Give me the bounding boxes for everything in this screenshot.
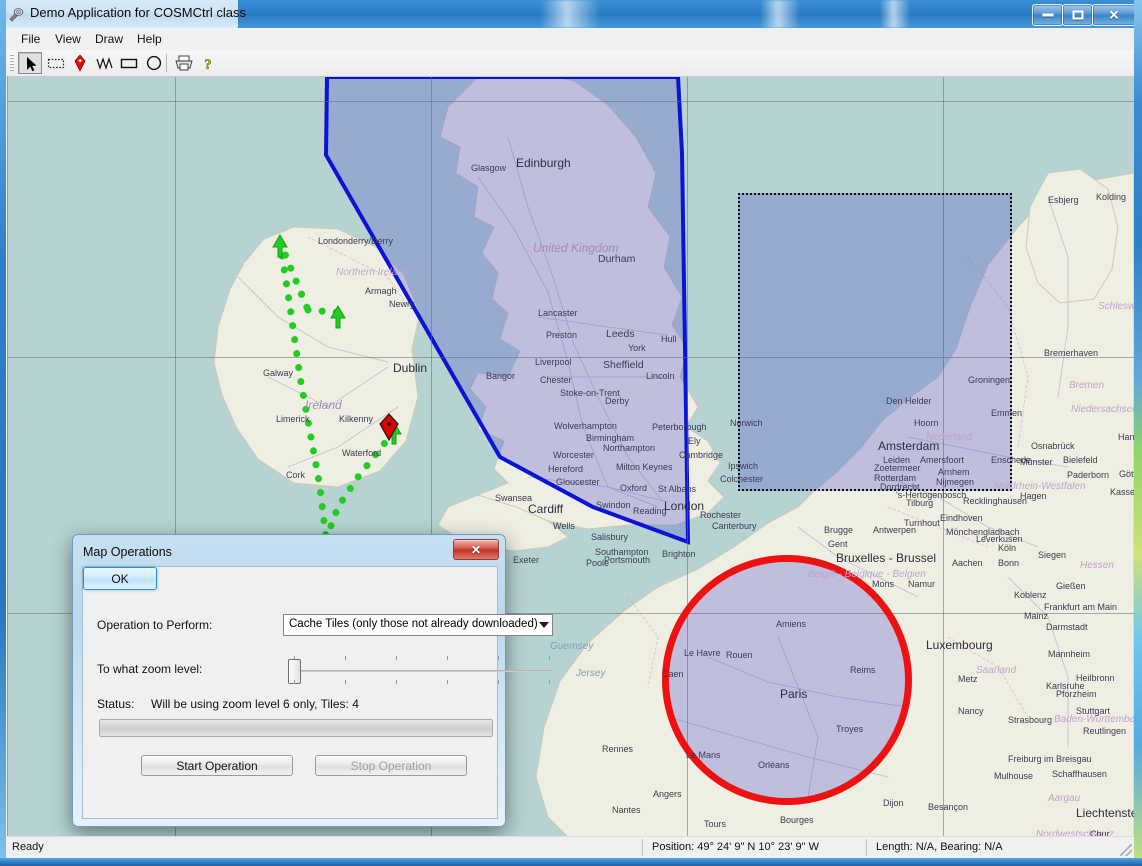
- menu-draw[interactable]: Draw: [88, 31, 130, 47]
- slider-rail: [295, 670, 551, 672]
- dialog-body: Operation to Perform: Cache Tiles (only …: [82, 566, 498, 819]
- status-label: Status:: [97, 697, 134, 711]
- marquee-select-tool-button[interactable]: [44, 52, 68, 74]
- titlebar-glare-3: [880, 0, 910, 28]
- maximize-button[interactable]: [1062, 4, 1093, 26]
- stop-operation-button[interactable]: Stop Operation: [315, 755, 467, 776]
- menu-file[interactable]: File: [14, 31, 47, 47]
- ok-button[interactable]: OK: [83, 567, 157, 590]
- status-value: Will be using zoom level 6 only, Tiles: …: [151, 697, 359, 711]
- status-bar: Ready Position: 49° 24' 9" N 10° 23' 9" …: [6, 836, 1134, 858]
- select-tool-button[interactable]: [18, 52, 42, 74]
- titlebar-glare-2: [760, 0, 800, 28]
- menu-bar: File View Draw Help: [6, 28, 1134, 51]
- close-icon: ✕: [1109, 9, 1120, 22]
- slider-tick: [498, 680, 499, 684]
- polyline-tool-button[interactable]: [93, 52, 117, 74]
- minimize-button[interactable]: [1032, 4, 1063, 26]
- dialog-title: Map Operations: [83, 545, 172, 559]
- ellipse-icon: [142, 52, 166, 74]
- slider-tick: [549, 680, 550, 684]
- application-window: Demo Application for COSMCtrl class ✕ Fi…: [0, 0, 1142, 866]
- chevron-down-icon: [539, 622, 549, 628]
- title-bar: Demo Application for COSMCtrl class ✕: [0, 0, 1142, 28]
- rectangle-icon: [117, 52, 141, 74]
- slider-tick: [447, 680, 448, 684]
- tool-bar: ?: [6, 50, 1134, 77]
- statusbar-divider-1: [642, 839, 643, 856]
- ireland-marker[interactable]: [378, 413, 400, 441]
- slider-tick: [549, 656, 550, 660]
- printer-icon: [172, 52, 196, 74]
- window-title: Demo Application for COSMCtrl class: [30, 5, 246, 20]
- marker-tool-button[interactable]: [68, 52, 92, 74]
- operation-combobox-value: Cache Tiles (only those not already down…: [289, 618, 538, 630]
- map-marker-icon: [68, 52, 92, 74]
- operation-combobox[interactable]: Cache Tiles (only those not already down…: [283, 614, 553, 636]
- slider-tick: [498, 656, 499, 660]
- dialog-close-button[interactable]: ✕: [453, 539, 499, 560]
- close-icon: ✕: [471, 543, 481, 557]
- maximize-icon: [1072, 11, 1083, 20]
- map-operations-dialog: Map Operations ✕ Operation to Perform: C…: [72, 534, 506, 827]
- toolbar-separator: [166, 54, 167, 72]
- start-operation-button[interactable]: Start Operation: [141, 755, 293, 776]
- slider-tick: [396, 656, 397, 660]
- slider-tick: [345, 656, 346, 660]
- dashed-rectangle-icon: [44, 52, 68, 74]
- status-ready: Ready: [12, 840, 44, 855]
- toolbar-grip[interactable]: [10, 54, 14, 72]
- slider-tick: [345, 680, 346, 684]
- rectangle-tool-button[interactable]: [117, 52, 141, 74]
- slider-tick: [447, 656, 448, 660]
- slider-tick: [396, 680, 397, 684]
- window-frame-right: [1134, 0, 1142, 866]
- help-button[interactable]: ?: [196, 52, 220, 74]
- status-length-bearing: Length: N/A, Bearing: N/A: [876, 840, 1003, 855]
- statusbar-divider-2: [866, 839, 867, 856]
- zoom-level-slider[interactable]: [283, 656, 553, 684]
- arrow-cursor-icon: [19, 53, 43, 75]
- client-area: File View Draw Help: [6, 28, 1134, 858]
- operation-label: Operation to Perform:: [97, 618, 212, 632]
- close-button[interactable]: ✕: [1092, 4, 1136, 26]
- print-button[interactable]: [172, 52, 196, 74]
- slider-tick: [294, 680, 295, 684]
- minimize-icon: [1042, 14, 1053, 17]
- question-mark-icon: ?: [196, 52, 220, 74]
- ellipse-tool-button[interactable]: [142, 52, 166, 74]
- app-icon: [8, 6, 24, 22]
- status-position: Position: 49° 24' 9" N 10° 23' 9" W: [652, 840, 819, 855]
- zoom-level-label: To what zoom level:: [97, 662, 202, 676]
- titlebar-glare: [540, 0, 600, 28]
- window-frame-bottom: [0, 858, 1142, 866]
- polyline-icon: [93, 52, 117, 74]
- menu-help[interactable]: Help: [130, 31, 169, 47]
- operation-progress-bar: [99, 719, 493, 737]
- menu-view[interactable]: View: [48, 31, 88, 47]
- svg-text:?: ?: [204, 57, 212, 73]
- resize-grip[interactable]: [1120, 844, 1132, 856]
